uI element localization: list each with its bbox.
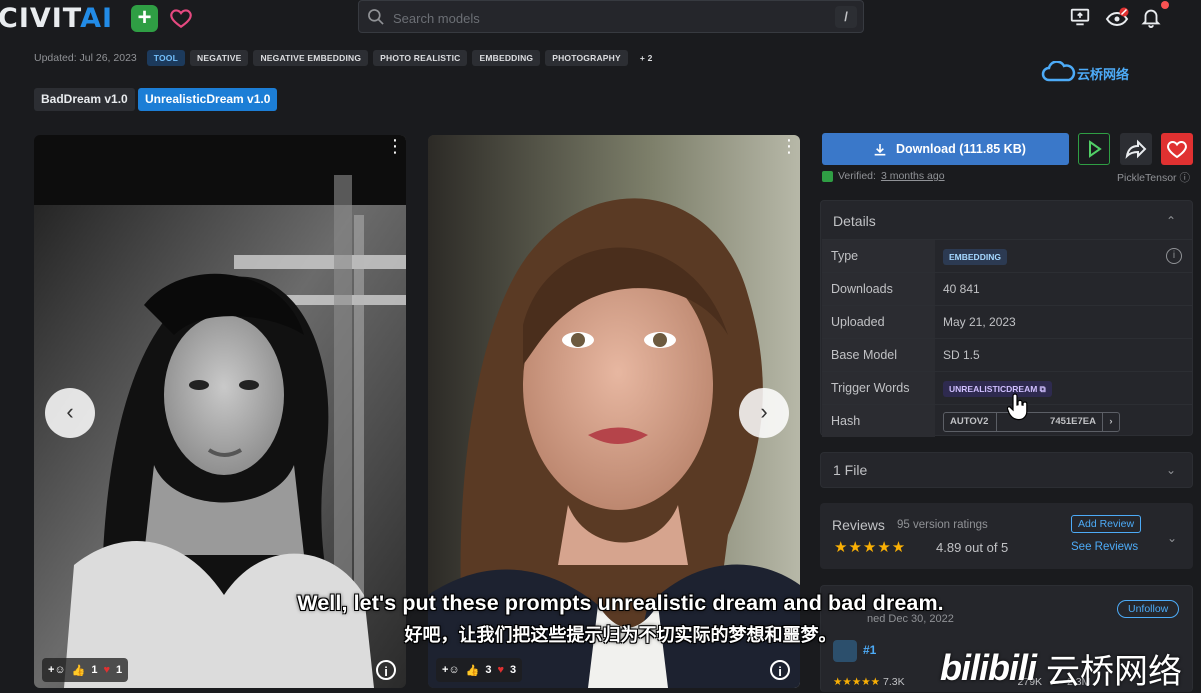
see-reviews-link[interactable]: See Reviews: [1071, 541, 1138, 553]
detail-row-downloads: Downloads 40 841: [822, 272, 1192, 305]
tag-photo-realistic[interactable]: PHOTO REALISTIC: [373, 50, 468, 66]
card-menu-icon[interactable]: ⋮: [780, 137, 798, 155]
download-icon: [874, 144, 886, 156]
add-reaction-icon[interactable]: +☺: [442, 664, 460, 676]
heart-reaction-icon[interactable]: ♥: [497, 664, 504, 676]
chevron-right-icon[interactable]: ›: [1102, 413, 1119, 431]
civitai-logo[interactable]: CIVITAI: [0, 3, 113, 34]
share-icon: [1125, 139, 1147, 159]
reaction-bar[interactable]: +☺ 👍 1 ♥ 1: [42, 658, 129, 682]
heart-icon: [1167, 140, 1187, 159]
run-button[interactable]: [1078, 133, 1110, 165]
hash-selector[interactable]: AUTOV2 7451E7EA ›: [943, 412, 1120, 432]
rating-stars: ★★★★★: [834, 539, 907, 556]
detail-row-base-model: Base Model SD 1.5: [822, 338, 1192, 371]
tag-negative[interactable]: NEGATIVE: [190, 50, 249, 66]
search-shortcut-hint: /: [835, 6, 857, 28]
model-meta-row: Updated: Jul 26, 2023 TOOL NEGATIVE NEGA…: [34, 50, 660, 66]
tag-embedding[interactable]: EMBEDDING: [472, 50, 541, 66]
info-icon[interactable]: i: [1166, 248, 1182, 264]
add-reaction-icon[interactable]: +☺: [48, 664, 66, 676]
next-image-button[interactable]: ›: [739, 388, 789, 438]
favorite-button[interactable]: [1161, 133, 1193, 165]
scanner-label[interactable]: PickleTensor ⓘ: [1117, 170, 1190, 185]
detail-row-uploaded: Uploaded May 21, 2023: [822, 305, 1192, 338]
version-unrealisticdream-button[interactable]: UnrealisticDream v1.0: [138, 88, 278, 111]
top-bar: CIVITAI + /: [0, 0, 1201, 38]
add-content-button[interactable]: +: [131, 5, 158, 32]
hand-cursor-icon: [1007, 393, 1028, 421]
notification-dot: [1161, 1, 1169, 9]
search-box[interactable]: /: [358, 0, 864, 33]
reviews-panel: Reviews 95 version ratings ★★★★★ 4.89 ou…: [820, 503, 1193, 569]
updated-date: Updated: Jul 26, 2023: [34, 52, 137, 64]
search-input[interactable]: [391, 7, 815, 29]
bilibili-watermark: bilibili 云桥网络: [940, 647, 1182, 691]
shield-check-icon: [822, 170, 833, 182]
thumbs-count: 1: [91, 664, 98, 676]
type-badge[interactable]: EMBEDDING: [943, 249, 1007, 265]
version-baddream-button[interactable]: BadDream v1.0: [34, 88, 135, 111]
reaction-bar[interactable]: +☺ 👍 3 ♥ 3: [436, 658, 523, 682]
search-icon: [368, 9, 384, 25]
bell-icon[interactable]: [1140, 6, 1164, 30]
files-panel[interactable]: 1 File ⌄: [820, 452, 1193, 488]
image-info-icon[interactable]: i: [770, 660, 790, 680]
eye-off-icon[interactable]: [1105, 6, 1129, 30]
play-icon: [1089, 140, 1102, 158]
heart-count: 3: [510, 664, 517, 676]
thumbs-up-icon[interactable]: 👍: [72, 664, 86, 677]
tag-negative-embedding[interactable]: NEGATIVE EMBEDDING: [253, 50, 369, 66]
download-button[interactable]: Download (111.85 KB): [822, 133, 1069, 165]
subtitle-english: Well, let's put these prompts unrealisti…: [297, 591, 944, 615]
image-info-icon[interactable]: i: [376, 660, 396, 680]
verified-date-link[interactable]: 3 months ago: [881, 170, 945, 182]
heart-reaction-icon[interactable]: ♥: [103, 664, 110, 676]
thumbs-count: 3: [485, 664, 492, 676]
upload-screen-icon[interactable]: [1069, 6, 1093, 30]
chevron-down-icon[interactable]: ⌄: [1167, 531, 1177, 545]
cloud-icon: [1041, 60, 1076, 82]
add-review-button[interactable]: Add Review: [1071, 515, 1142, 533]
detail-row-type: Type EMBEDDING i: [822, 239, 1192, 272]
thumbs-up-icon[interactable]: 👍: [466, 664, 480, 677]
heart-count: 1: [116, 664, 123, 676]
share-button[interactable]: [1120, 133, 1152, 165]
card-menu-icon[interactable]: ⋮: [386, 137, 404, 155]
chevron-up-icon[interactable]: ⌃: [1166, 214, 1176, 228]
verified-status: Verified: 3 months ago: [822, 170, 945, 182]
trigger-word-badge[interactable]: UNREALISTICDREAM ⧉: [943, 381, 1052, 397]
tag-photography[interactable]: PHOTOGRAPHY: [545, 50, 628, 66]
yunqiao-watermark: 云桥网络: [1041, 60, 1141, 83]
tag-more[interactable]: + 2: [633, 50, 660, 66]
details-title[interactable]: Details: [833, 213, 876, 229]
heart-icon[interactable]: [168, 5, 194, 31]
chevron-down-icon[interactable]: ⌄: [1166, 463, 1176, 477]
tag-tool[interactable]: TOOL: [146, 50, 186, 66]
prev-image-button[interactable]: ‹: [45, 388, 95, 438]
